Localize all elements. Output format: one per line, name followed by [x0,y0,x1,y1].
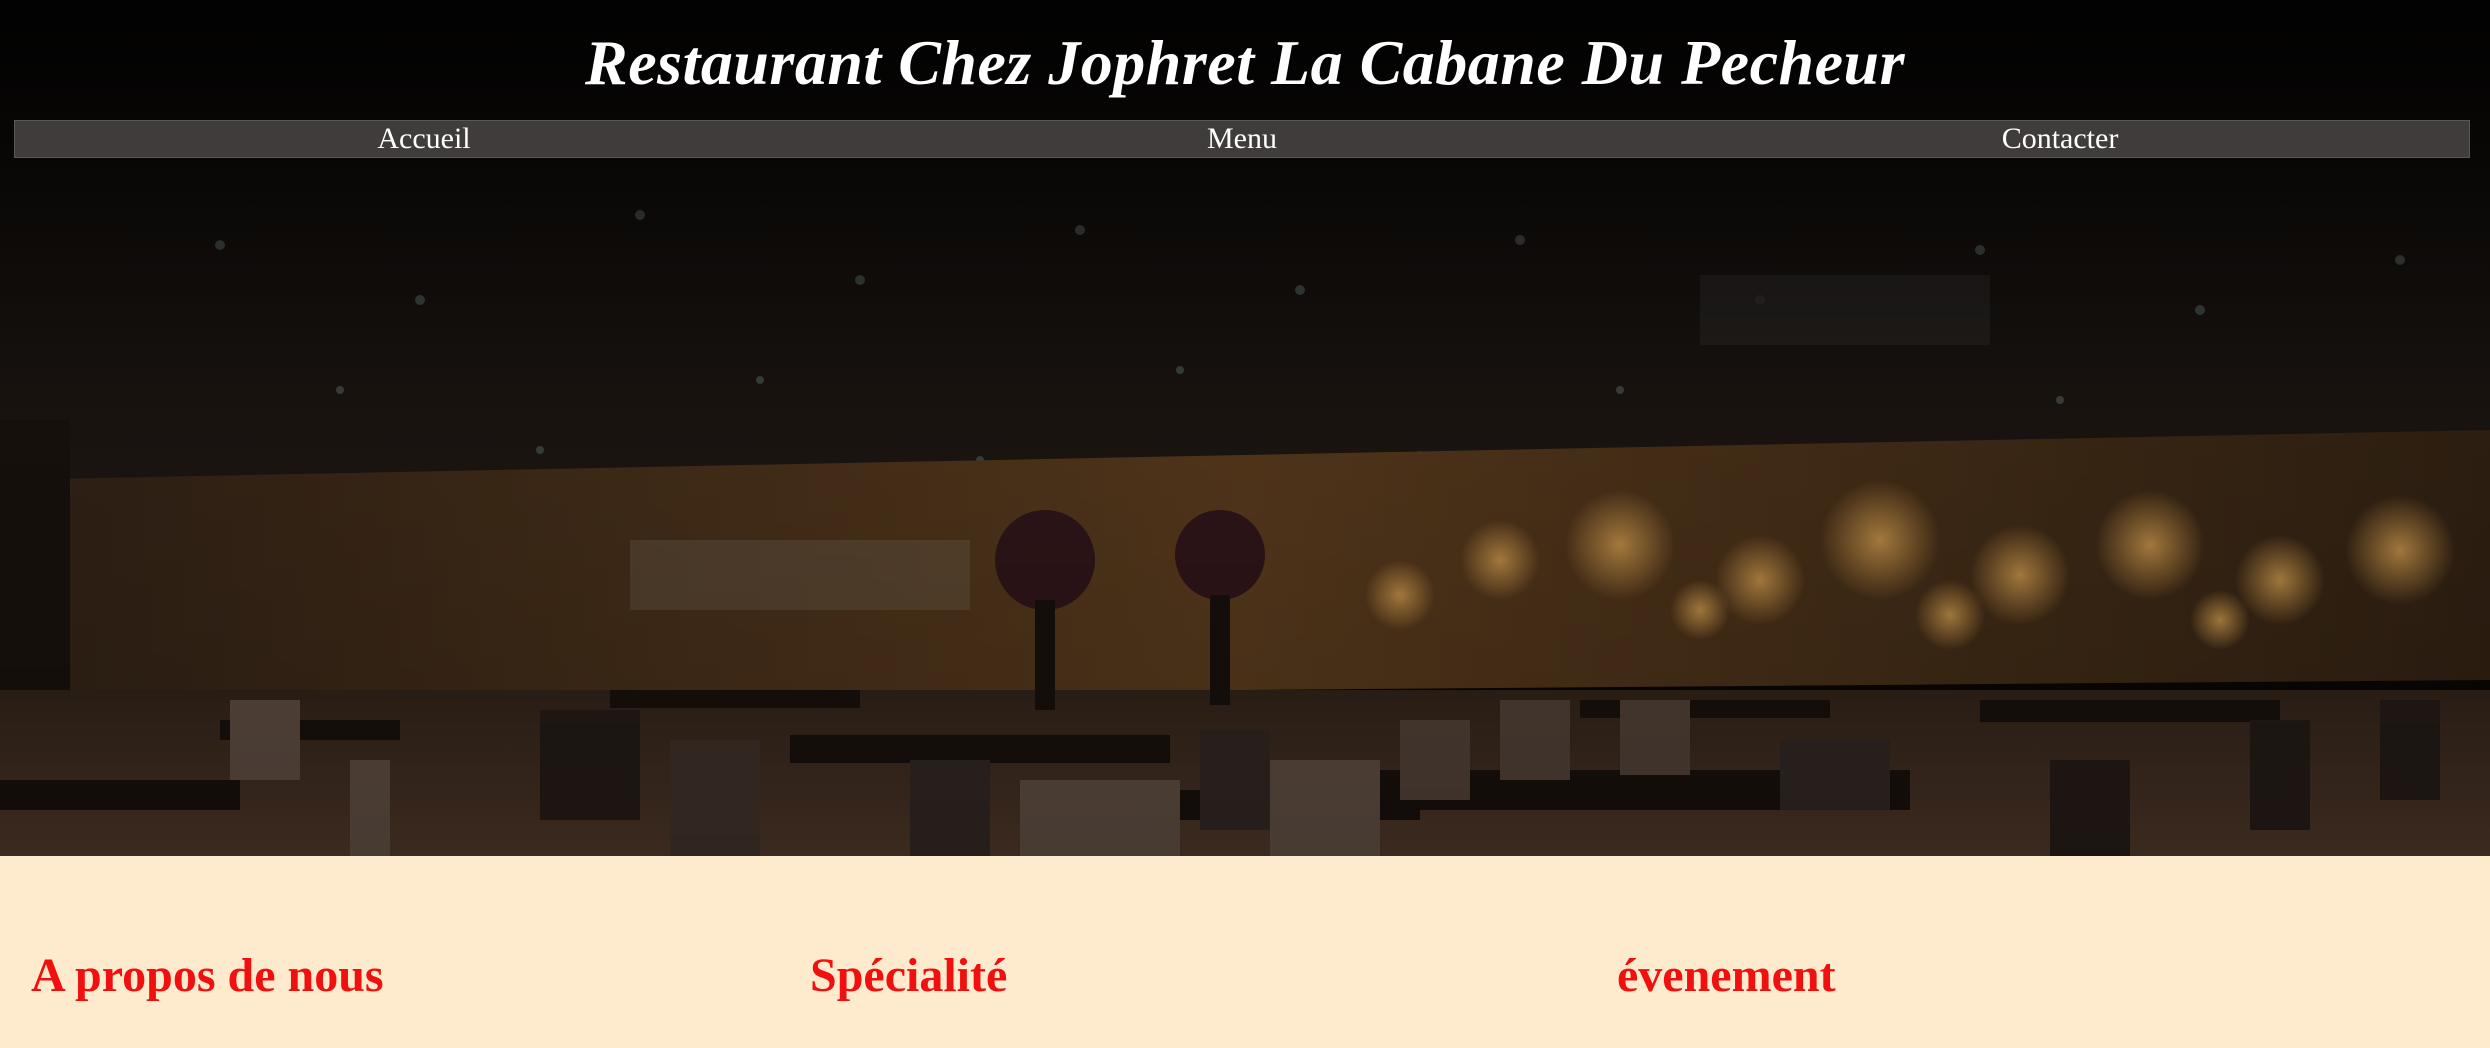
nav-item-accueil[interactable]: Accueil [15,121,833,157]
hero-banner: Restaurant Chez Jophret La Cabane Du Pec… [0,0,2490,856]
events-heading: évenement [1617,949,1836,1002]
about-us-heading: A propos de nous [31,949,384,1002]
info-section: A propos de nous Spécialité évenement [0,856,2490,1048]
site-title: Restaurant Chez Jophret La Cabane Du Pec… [585,27,1905,98]
main-nav: Accueil Menu Contacter [14,120,2470,158]
nav-item-menu[interactable]: Menu [833,121,1651,157]
specialty-heading: Spécialité [810,949,1008,1002]
nav-item-contacter[interactable]: Contacter [1651,121,2469,157]
